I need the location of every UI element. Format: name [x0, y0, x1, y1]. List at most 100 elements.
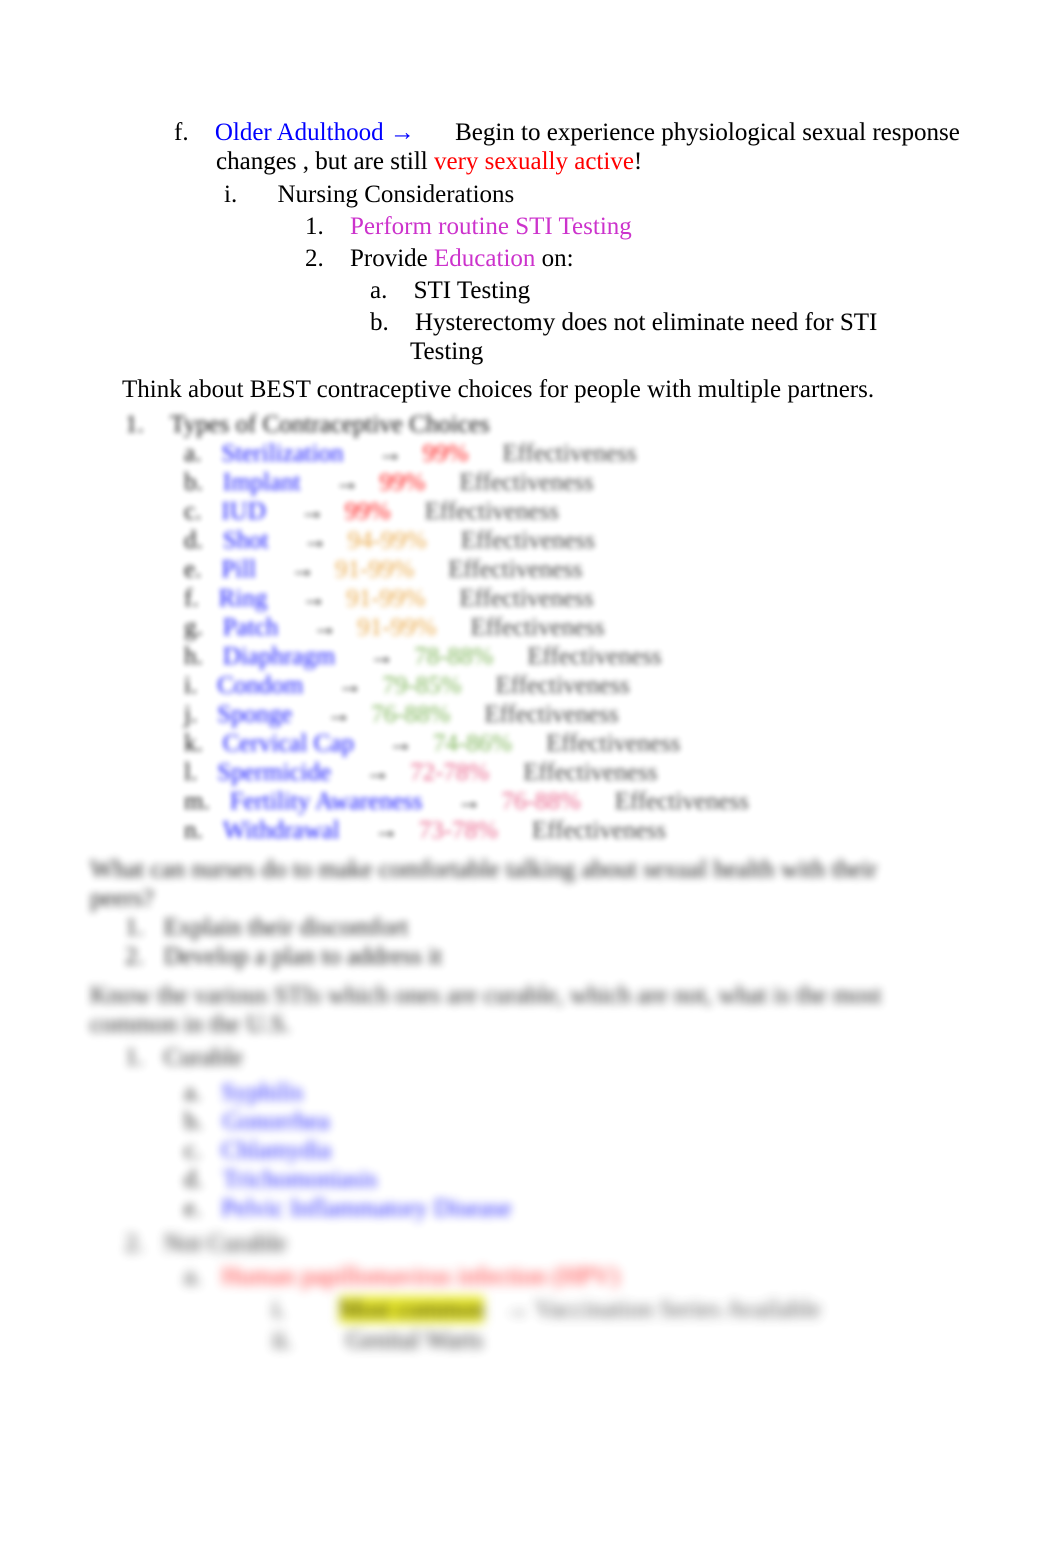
list-marker-2: 2.	[305, 245, 324, 272]
hpv-text: Human papillomavirus infection (HPV)	[221, 1263, 620, 1290]
row-percent: 99%	[379, 469, 426, 496]
row-arrow-icon: →	[299, 498, 325, 525]
row-name: Shot	[222, 527, 269, 554]
row-percent: 73-78%	[418, 817, 498, 844]
document-body: f. Older Adulthood → Begin to experience…	[0, 0, 1062, 1355]
row-name: Pill	[221, 556, 257, 583]
contraceptive-row: m. Fertility Awareness → 76-88% Effectivenes…	[0, 787, 1062, 816]
provide-education-prefix: Provide	[350, 245, 435, 272]
row-marker: f.	[184, 585, 199, 612]
row-arrow-icon: →	[373, 817, 399, 844]
row-percent: 91-99%	[335, 556, 415, 583]
row-note: Effectiveness	[527, 643, 662, 670]
row-marker: e.	[184, 556, 202, 583]
row-percent: 94-99%	[347, 527, 427, 554]
sti-group-marker: 1.	[125, 1044, 144, 1071]
sti-group-label: Not Curable	[163, 1230, 287, 1257]
document-page: f. Older Adulthood → Begin to experience…	[0, 0, 1062, 1561]
nursing-item-1: 1. Perform routine STI Testing	[0, 212, 1062, 241]
sti-curable-item: a. Syphilis	[0, 1078, 1062, 1107]
row-arrow-icon: →	[312, 614, 338, 641]
row-percent: 99%	[344, 498, 391, 525]
row-percent: 76-88%	[501, 788, 581, 815]
sti-item-text: Trichomoniasis	[222, 1166, 378, 1193]
row-arrow-icon: →	[301, 585, 327, 612]
row-percent: 91-99%	[346, 585, 426, 612]
row-marker: i.	[184, 672, 198, 699]
row-percent: 91-99%	[357, 614, 437, 641]
contraceptive-row: n. Withdrawal → 73-78% Effectiveness	[0, 816, 1062, 845]
row-name: Implant	[222, 469, 301, 496]
row-marker: m.	[184, 788, 210, 815]
row-note: Effectiveness	[459, 469, 594, 496]
comfort-item-marker: 2.	[125, 943, 144, 970]
nursing-item-2: 2. Provide Education on:	[0, 244, 1062, 273]
older-adulthood-body-after: !	[633, 148, 643, 175]
sti-subitem-marker: ii.	[272, 1327, 293, 1354]
row-arrow-icon: →	[365, 759, 391, 786]
contraceptive-heading-marker: 1.	[125, 411, 144, 438]
comfort-item-marker: 1.	[125, 914, 144, 941]
sti-hpv-subitem: i. Most common → Vaccination Series Availa…	[0, 1295, 1062, 1324]
provide-education-suffix: on:	[535, 245, 574, 272]
row-name: Sponge	[217, 701, 293, 728]
sti-item-marker: a.	[184, 1263, 202, 1290]
prompt-sti-text: Know the various STIs which ones are cur…	[90, 982, 882, 1038]
row-marker: j.	[184, 701, 198, 728]
arrow-glyph-icon: →	[389, 119, 415, 146]
row-marker: a.	[184, 440, 202, 467]
sti-prompt-block: Know the various STIs which ones are cur…	[0, 981, 1062, 1223]
row-marker: k.	[184, 730, 203, 757]
row-note: Effectiveness	[495, 672, 630, 699]
row-note: Effectiveness	[502, 440, 637, 467]
sti-item-marker: e.	[184, 1195, 202, 1222]
list-marker-f: f.	[174, 119, 189, 146]
row-note: Effectiveness	[448, 556, 583, 583]
row-name: Sterilization	[221, 440, 344, 467]
sti-curable-item: c. Chlamydia	[0, 1136, 1062, 1165]
row-arrow-icon: →	[302, 527, 328, 554]
comfort-prompt-block: What can nurses do to make comfortable t…	[0, 855, 1062, 971]
vaccination-note: → Vaccination Series Available	[504, 1296, 821, 1323]
comfort-item: 2. Develop a plan to address it	[0, 942, 1062, 971]
row-note: Effectiveness	[614, 788, 749, 815]
nursing-considerations-entry: i. Nursing Considerations	[0, 180, 1062, 209]
row-note: Effectiveness	[459, 585, 594, 612]
sti-group-not-curable: 2. Not Curable	[0, 1229, 1062, 1258]
sti-group-curable: 1. Curable	[0, 1043, 1062, 1072]
sti-curable-item: e. Pelvic Inflammatory Disease	[0, 1194, 1062, 1223]
row-marker: l.	[184, 759, 198, 786]
row-name: IUD	[221, 498, 266, 525]
row-note: Effectiveness	[424, 498, 559, 525]
row-name: Cervical Cap	[222, 730, 354, 757]
row-name: Spermicide	[217, 759, 332, 786]
list-marker-a: a.	[370, 277, 388, 304]
contraceptive-row: g. Patch → 91-99% Effectiveness	[0, 613, 1062, 642]
sti-subitem-marker: i.	[272, 1296, 286, 1323]
list-marker-1: 1.	[305, 213, 324, 240]
sti-item-marker: d.	[184, 1166, 203, 1193]
contraceptive-row: c. IUD → 99% Effectiveness	[0, 497, 1062, 526]
comfort-item-text: Develop a plan to address it	[163, 943, 443, 970]
row-note: Effectiveness	[460, 527, 595, 554]
contraceptive-row: i. Condom → 79-85% Effectiveness	[0, 671, 1062, 700]
list-marker-i: i.	[224, 181, 238, 208]
contraceptive-row: l. Spermicide → 72-78% Effectiveness	[0, 758, 1062, 787]
sti-hpv-subitem: ii. Genital Warts	[0, 1326, 1062, 1355]
row-marker: d.	[184, 527, 203, 554]
prompt-contraceptive-choices: Think about BEST contraceptive choices f…	[122, 376, 875, 403]
comfort-item: 1. Explain their discomfort	[0, 913, 1062, 942]
sti-item-text: Syphilis	[221, 1079, 304, 1106]
hysterectomy-text: Hysterectomy does not eliminate need for…	[410, 309, 878, 365]
prompt-comfort-text: What can nurses do to make comfortable t…	[90, 856, 878, 912]
sti-curable-item: d. Trichomoniasis	[0, 1165, 1062, 1194]
sti-item-text: Chlamydia	[221, 1137, 332, 1164]
contraceptive-heading-text: Types of Contraceptive Choices	[170, 411, 490, 438]
row-percent: 78-88%	[414, 643, 494, 670]
contraceptive-row: f. Ring → 91-99% Effectiveness	[0, 584, 1062, 613]
row-note: Effectiveness	[531, 817, 667, 844]
row-percent: 99%	[422, 440, 469, 467]
contraceptive-row: b. Implant → 99% Effectiveness	[0, 468, 1062, 497]
row-percent: 76-88%	[371, 701, 451, 728]
row-marker: c.	[184, 498, 202, 525]
